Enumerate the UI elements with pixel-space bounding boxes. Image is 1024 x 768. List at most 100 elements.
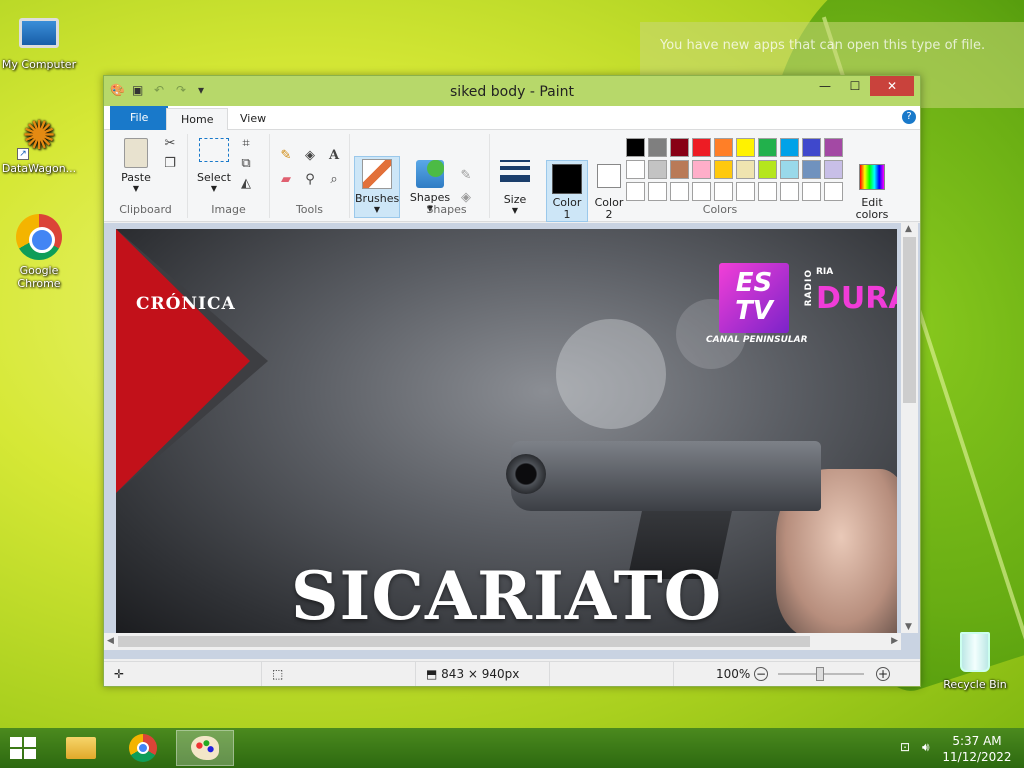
palette-swatch[interactable]	[758, 138, 777, 157]
cursor-position: ✛	[104, 662, 262, 686]
horizontal-scrollbar[interactable]: ◀ ▶	[104, 633, 901, 650]
palette-swatch[interactable]	[714, 160, 733, 179]
desktop-icon-my-computer[interactable]: My Computer	[1, 10, 77, 71]
eraser-icon[interactable]: ▰	[278, 172, 294, 188]
palette-swatch[interactable]	[824, 182, 843, 201]
palette-swatch[interactable]	[626, 138, 645, 157]
volume-icon[interactable]: 🔊︎	[922, 740, 938, 755]
canvas-image[interactable]: CRÓNICA ES TV CANAL PENINSULAR RADIO RIA…	[116, 229, 897, 635]
palette-swatch[interactable]	[736, 138, 755, 157]
start-button[interactable]	[10, 737, 38, 761]
palette-swatch[interactable]	[802, 182, 821, 201]
vertical-scroll-thumb[interactable]	[903, 237, 916, 403]
resize-icon[interactable]: ⧉	[238, 156, 254, 172]
shapes-icon	[416, 160, 444, 188]
desktop-icon-google-chrome[interactable]: Google Chrome	[1, 214, 77, 290]
select-button[interactable]: Select ▼	[194, 138, 234, 193]
group-colors: Color 1 Color 2 Edit colors Colors	[540, 134, 900, 222]
palette-swatch[interactable]	[692, 182, 711, 201]
taskbar-paint[interactable]	[176, 730, 234, 766]
vertical-scrollbar[interactable]: ▲ ▼	[901, 223, 918, 633]
scroll-right-icon[interactable]: ▶	[891, 636, 898, 646]
palette-swatch[interactable]	[780, 160, 799, 179]
palette-swatch[interactable]	[626, 160, 645, 179]
palette-swatch[interactable]	[714, 138, 733, 157]
palette-swatch[interactable]	[692, 138, 711, 157]
color-wheel-icon	[859, 164, 885, 190]
maximize-button[interactable]: ☐	[840, 76, 870, 96]
scroll-up-icon[interactable]: ▲	[905, 224, 912, 234]
palette-swatch[interactable]	[802, 138, 821, 157]
file-size	[550, 662, 674, 686]
palette-swatch[interactable]	[648, 182, 667, 201]
zoom-out-button[interactable]: −	[754, 667, 768, 681]
palette-swatch[interactable]	[780, 138, 799, 157]
copy-icon[interactable]: ❐	[162, 156, 178, 172]
palette-swatch[interactable]	[824, 138, 843, 157]
palette-swatch[interactable]	[736, 160, 755, 179]
paste-button[interactable]: Paste ▼	[116, 138, 156, 193]
help-icon[interactable]: ?	[902, 110, 916, 124]
color-picker-icon[interactable]: ⚲	[302, 172, 318, 188]
taskbar-chrome[interactable]	[114, 730, 172, 766]
clock[interactable]: 5:37 AM 11/12/2022	[942, 733, 1012, 765]
chevron-down-icon: ▼	[511, 206, 519, 215]
palette-swatch[interactable]	[736, 182, 755, 201]
palette-swatch[interactable]	[670, 160, 689, 179]
taskbar-file-explorer[interactable]	[52, 730, 110, 766]
desktop-icon-datawagon[interactable]: ✺ ↗ DataWagon...	[1, 112, 77, 175]
image-size: ⬒ 843 × 940px	[416, 662, 550, 686]
palette-swatch[interactable]	[692, 160, 711, 179]
recycle-bin-icon	[960, 632, 990, 672]
minimize-button[interactable]: —	[810, 76, 840, 96]
palette-swatch[interactable]	[648, 160, 667, 179]
palette-swatch[interactable]	[758, 182, 777, 201]
zoom-in-button[interactable]: +	[876, 667, 890, 681]
brushes-button[interactable]: Brushes ▼	[354, 156, 400, 218]
text-icon[interactable]: A	[326, 148, 342, 164]
title-bar[interactable]: 🎨 ▣ ↶ ↷ ▾ siked body - Paint — ☐ ✕	[104, 76, 920, 106]
rotate-icon[interactable]: ◭	[238, 176, 254, 192]
paste-label: Paste	[121, 171, 151, 184]
palette-swatch[interactable]	[670, 138, 689, 157]
select-label: Select	[197, 171, 231, 184]
palette-swatch[interactable]	[648, 138, 667, 157]
scroll-left-icon[interactable]: ◀	[107, 636, 114, 646]
color2-swatch	[597, 164, 621, 188]
desktop-icon-label: Recycle Bin	[943, 678, 1007, 691]
scroll-down-icon[interactable]: ▼	[905, 622, 912, 632]
network-icon[interactable]: ⊡	[900, 740, 916, 754]
zoom-slider-thumb[interactable]	[816, 667, 824, 681]
magnifier-icon[interactable]: ⌕	[326, 172, 342, 188]
desktop-icon-recycle-bin[interactable]: Recycle Bin	[937, 632, 1013, 691]
tab-file[interactable]: File	[110, 106, 169, 130]
tab-view[interactable]: View	[226, 108, 280, 130]
desktop-icon-label: DataWagon...	[1, 162, 77, 175]
crop-icon[interactable]: ⌗	[238, 136, 254, 152]
tab-home[interactable]: Home	[166, 108, 229, 130]
group-tools: ✎ ◈ A ▰ ⚲ ⌕ Tools	[270, 134, 350, 218]
palette-swatch[interactable]	[626, 182, 645, 201]
select-rect-icon	[199, 138, 229, 162]
palette-swatch[interactable]	[780, 182, 799, 201]
desktop-icon-label: My Computer	[1, 58, 77, 71]
palette-swatch[interactable]	[824, 160, 843, 179]
cut-icon[interactable]: ✂	[162, 136, 178, 152]
palette-swatch[interactable]	[758, 160, 777, 179]
palette-swatch[interactable]	[714, 182, 733, 201]
palette-swatch[interactable]	[670, 182, 689, 201]
canvas-area[interactable]: CRÓNICA ES TV CANAL PENINSULAR RADIO RIA…	[104, 223, 920, 659]
windows-logo-icon	[10, 749, 22, 759]
close-button[interactable]: ✕	[870, 76, 914, 96]
palette-swatch[interactable]	[802, 160, 821, 179]
folder-icon	[66, 737, 96, 759]
size-button[interactable]: Size ▼	[496, 160, 534, 215]
selection-icon: ⬚	[272, 667, 284, 681]
gun-body	[511, 441, 821, 511]
fill-icon[interactable]: ◈	[302, 148, 318, 164]
pencil-icon[interactable]: ✎	[278, 148, 294, 164]
horizontal-scroll-thumb[interactable]	[118, 636, 810, 647]
color-palette	[626, 138, 843, 201]
canvas-size-icon: ⬒	[426, 667, 438, 681]
outline-icon[interactable]: ✎	[458, 168, 474, 184]
